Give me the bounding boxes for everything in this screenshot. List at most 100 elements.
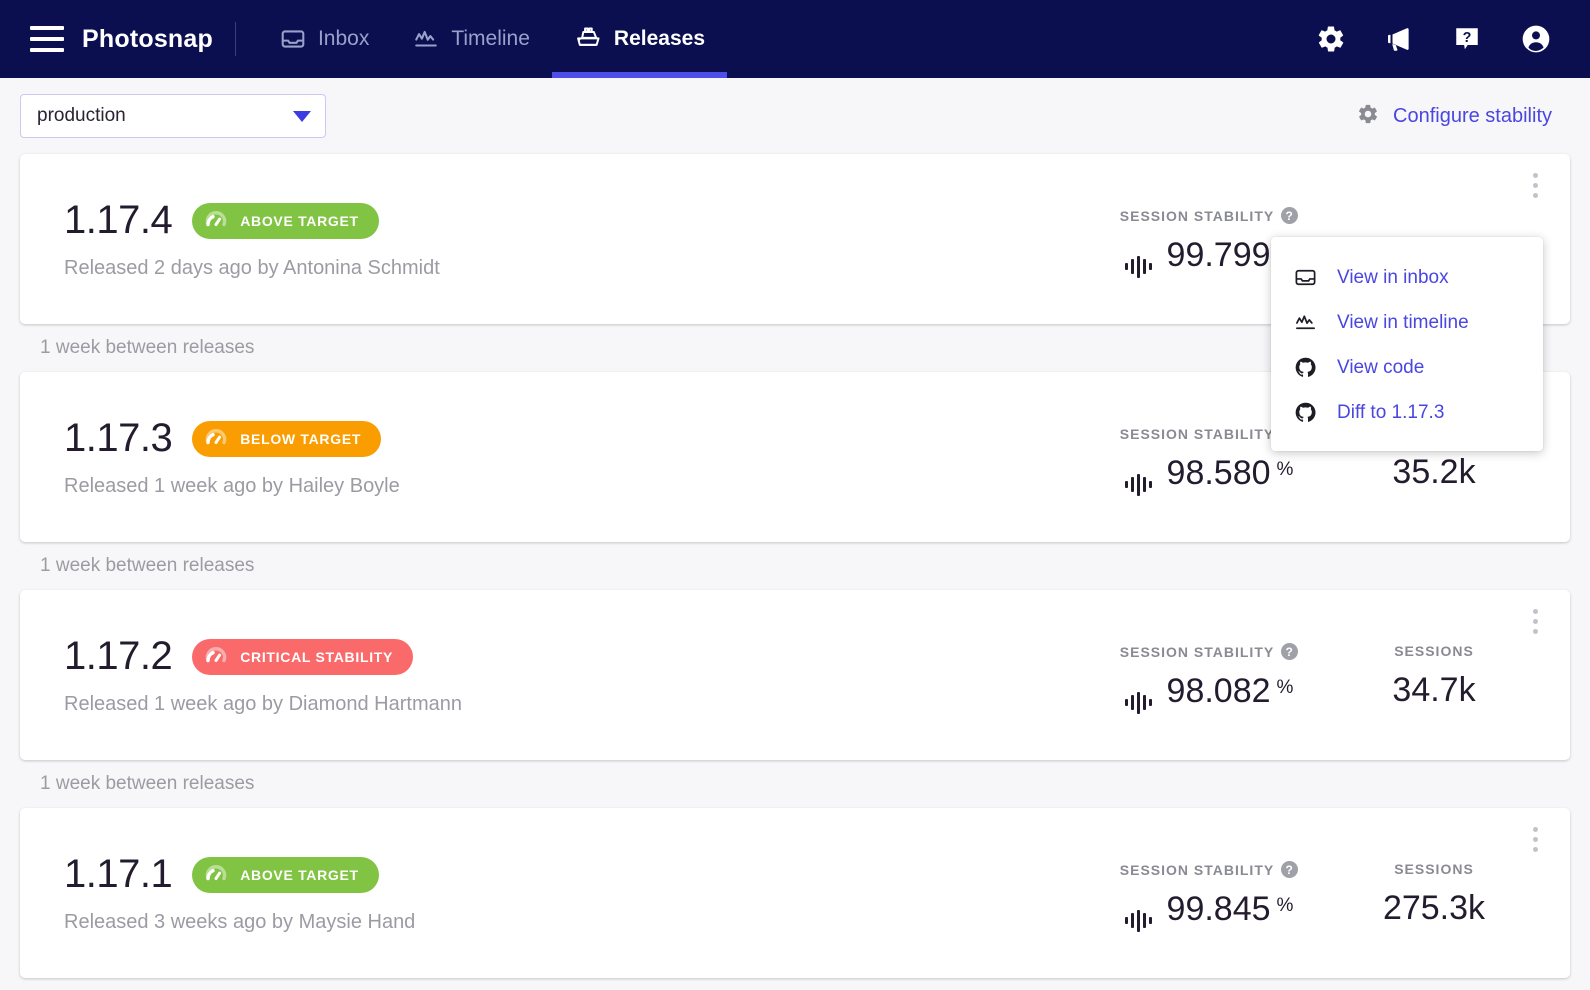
status-badge: ABOVE TARGET xyxy=(192,202,379,239)
release-version: 1.17.4 xyxy=(64,198,173,242)
gauge-icon xyxy=(204,425,228,452)
percent-symbol: % xyxy=(1276,459,1294,480)
github-icon xyxy=(1293,356,1317,379)
account-avatar-icon[interactable] xyxy=(1520,23,1552,55)
release-subline: Released 2 days ago by Antonina Schmidt xyxy=(64,257,440,279)
tab-releases-label: Releases xyxy=(613,27,705,50)
release-card-menu-button[interactable] xyxy=(1522,822,1548,856)
gear-icon[interactable] xyxy=(1316,24,1346,54)
session-stability-value: 99.845 xyxy=(1166,890,1271,928)
metric-label: SESSIONS xyxy=(1334,861,1534,877)
release-card-left: 1.17.4 ABOVE TARGET Released 2 days ago … xyxy=(64,198,1084,280)
metric-label-text: SESSION STABILITY xyxy=(1119,207,1275,224)
metric-label-text: SESSION STABILITY xyxy=(1119,425,1275,442)
release-card-menu-button[interactable] xyxy=(1522,168,1548,202)
hamburger-bar xyxy=(30,37,64,41)
metric-label: SESSION STABILITY ? xyxy=(1084,207,1334,224)
metric-session-stability: SESSION STABILITY ? 99.845% xyxy=(1084,857,1334,932)
release-subline: Released 1 week ago by Diamond Hartmann xyxy=(64,693,462,715)
metric-label: SESSION STABILITY ? xyxy=(1084,861,1334,878)
metric-session-stability: SESSION STABILITY ? 98.082% xyxy=(1084,639,1334,714)
percent-symbol: % xyxy=(1276,677,1294,698)
configure-stability-label: Configure stability xyxy=(1393,104,1552,127)
release-metrics: SESSION STABILITY ? 98.082% SESSIONS 34.… xyxy=(1084,639,1534,714)
menu-item-view-in-timeline[interactable]: View in timeline xyxy=(1271,300,1543,345)
status-badge-label: ABOVE TARGET xyxy=(240,866,359,883)
inbox-icon xyxy=(280,26,306,52)
menu-item-view-code[interactable]: View code xyxy=(1271,345,1543,390)
help-question-icon[interactable]: ? xyxy=(1281,643,1299,660)
menu-item-diff-to-version[interactable]: Diff to 1.17.3 xyxy=(1271,390,1543,435)
release-card-menu-button[interactable] xyxy=(1522,604,1548,638)
percent-symbol: % xyxy=(1276,895,1294,916)
metric-label-text: SESSIONS xyxy=(1394,643,1474,659)
chevron-down-icon xyxy=(293,110,311,122)
tab-timeline-label: Timeline xyxy=(451,27,530,50)
metric-label: SESSIONS xyxy=(1334,207,1534,223)
sessions-value: 275.3k xyxy=(1382,889,1486,927)
tab-inbox-label: Inbox xyxy=(317,27,370,50)
metric-label: SESSIONS xyxy=(1334,643,1534,659)
tab-releases[interactable]: Releases xyxy=(551,0,728,78)
release-metrics: SESSION STABILITY ? 99.845% SESSIONS 275… xyxy=(1084,857,1534,932)
ship-icon xyxy=(574,25,602,53)
metric-value: 98.580% xyxy=(1084,454,1334,496)
timeline-icon xyxy=(413,26,439,52)
menu-item-label: View in inbox xyxy=(1337,266,1449,288)
status-badge-label: CRITICAL STABILITY xyxy=(240,648,394,665)
release-card[interactable]: 1.17.2 CRITICAL STABILITY Released 1 wee… xyxy=(20,590,1570,760)
help-question-icon[interactable]: ? xyxy=(1452,24,1482,54)
kebab-dot xyxy=(1532,846,1538,852)
metric-value: 34.7k xyxy=(1334,671,1534,710)
app-brand-title: Photosnap xyxy=(82,24,213,53)
menu-item-view-in-inbox[interactable]: View in inbox xyxy=(1271,255,1543,300)
page-toolbar: production Configure stability xyxy=(0,78,1590,154)
gear-icon xyxy=(1357,103,1379,130)
help-question-icon[interactable]: ? xyxy=(1281,207,1299,224)
release-subline: Released 3 weeks ago by Maysie Hand xyxy=(64,911,416,933)
metric-label-text: SESSIONS xyxy=(1394,861,1474,877)
kebab-dot xyxy=(1532,608,1538,614)
release-gap-label: 1 week between releases xyxy=(40,773,255,794)
megaphone-icon[interactable] xyxy=(1384,24,1414,54)
kebab-dot xyxy=(1532,628,1538,634)
kebab-dot xyxy=(1532,182,1538,188)
metric-sessions: SESSIONS xyxy=(1334,203,1534,235)
metric-value: 99.845% xyxy=(1084,890,1334,932)
metric-value: 275.3k xyxy=(1334,889,1534,928)
gauge-icon xyxy=(204,207,228,234)
hamburger-menu-icon[interactable] xyxy=(30,26,64,52)
kebab-dot xyxy=(1532,826,1538,832)
gauge-icon xyxy=(204,861,228,888)
metric-label: SESSION STABILITY ? xyxy=(1084,643,1334,660)
configure-stability-button[interactable]: Configure stability xyxy=(1357,103,1552,130)
release-card[interactable]: 1.17.1 ABOVE TARGET Released 3 weeks ago… xyxy=(20,808,1570,978)
waveform-icon xyxy=(1124,691,1155,714)
release-gap-label: 1 week between releases xyxy=(40,555,255,576)
release-version: 1.17.2 xyxy=(64,634,173,678)
metric-value: 35.2k xyxy=(1334,453,1534,492)
tab-inbox[interactable]: Inbox xyxy=(258,0,391,78)
metric-label-text: SESSION STABILITY xyxy=(1119,643,1275,660)
waveform-icon xyxy=(1124,909,1155,932)
hamburger-bar xyxy=(30,48,64,52)
timeline-icon xyxy=(1293,311,1317,334)
status-badge: CRITICAL STABILITY xyxy=(192,638,414,675)
help-question-icon[interactable]: ? xyxy=(1281,861,1299,878)
session-stability-value: 98.580 xyxy=(1166,454,1271,492)
release-version: 1.17.1 xyxy=(64,852,173,896)
metric-label-text: SESSION STABILITY xyxy=(1119,861,1275,878)
release-card-left: 1.17.1 ABOVE TARGET Released 3 weeks ago… xyxy=(64,852,1084,934)
status-badge: BELOW TARGET xyxy=(192,420,382,457)
status-badge: ABOVE TARGET xyxy=(192,856,379,893)
environment-select-value: production xyxy=(37,105,126,126)
tab-timeline[interactable]: Timeline xyxy=(391,0,552,78)
nav-action-icons: ? xyxy=(1316,23,1552,55)
menu-item-label: View code xyxy=(1337,356,1425,378)
kebab-dot xyxy=(1532,618,1538,624)
release-card-left: 1.17.3 BELOW TARGET Released 1 week ago … xyxy=(64,416,1084,498)
sessions-value: 35.2k xyxy=(1392,453,1476,491)
environment-select[interactable]: production xyxy=(20,94,326,138)
top-navigation-bar: Photosnap Inbox Timeline Releases ? xyxy=(0,0,1590,78)
waveform-icon xyxy=(1124,473,1155,496)
